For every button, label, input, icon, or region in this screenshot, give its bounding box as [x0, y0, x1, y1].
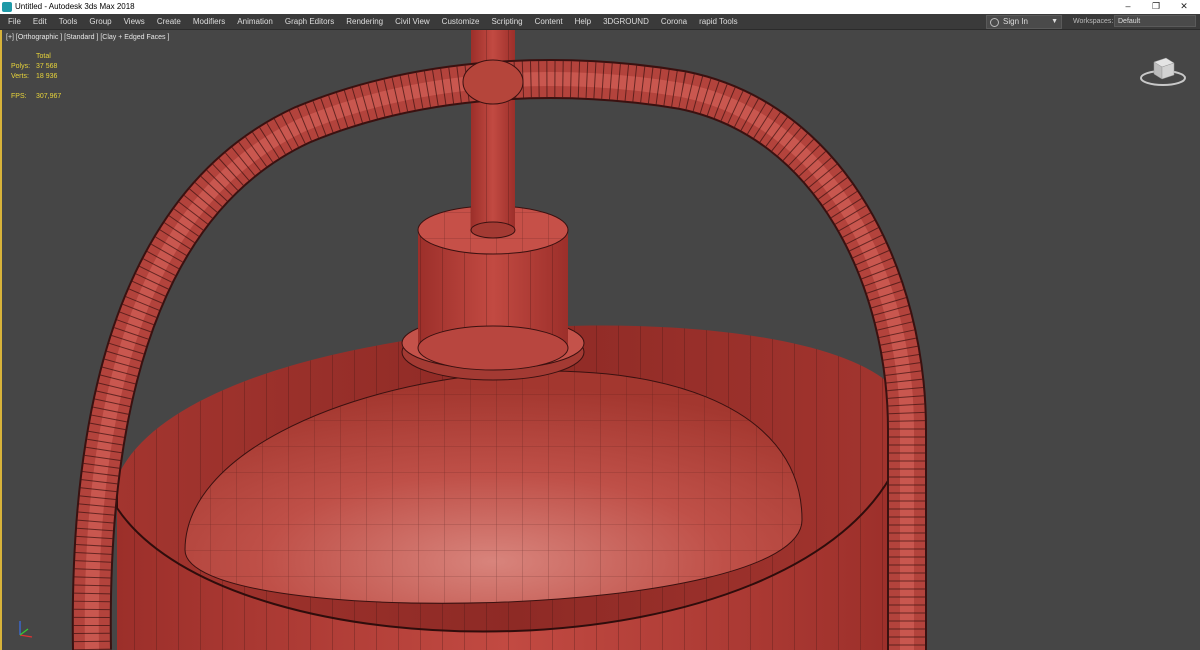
menu-item-rendering[interactable]: Rendering [340, 14, 389, 29]
polys-label: Polys: [11, 63, 31, 70]
menu-item-tools[interactable]: Tools [53, 14, 84, 29]
sign-in-dropdown[interactable]: Sign In ▼ [986, 15, 1062, 29]
app-icon[interactable] [2, 2, 12, 12]
verts-label: Verts: [11, 73, 29, 80]
workspace-select[interactable]: Default [1114, 15, 1196, 27]
menu-item-file[interactable]: File [2, 14, 27, 29]
viewcube-icon[interactable] [1138, 50, 1188, 90]
polys-value: 37 568 [36, 63, 58, 70]
menu-item-scripting[interactable]: Scripting [485, 14, 528, 29]
window-title: Untitled - Autodesk 3ds Max 2018 [15, 2, 135, 11]
menu-item-customize[interactable]: Customize [436, 14, 486, 29]
menu-item-help[interactable]: Help [569, 14, 597, 29]
menu-item-3dground[interactable]: 3DGROUND [597, 14, 655, 29]
minimize-button[interactable]: – [1114, 0, 1142, 14]
close-button[interactable]: ✕ [1170, 0, 1198, 14]
menu-item-graph-editors[interactable]: Graph Editors [279, 14, 340, 29]
perspective-viewport[interactable]: [+] [Orthographic ] [Standard ] [Clay + … [0, 30, 1200, 650]
stats-header: Total [36, 53, 51, 60]
viewport-label[interactable]: [+] [Orthographic ] [Standard ] [Clay + … [6, 34, 169, 41]
fps-label: FPS: [11, 93, 27, 100]
menu-item-civil-view[interactable]: Civil View [389, 14, 436, 29]
menu-item-rapid-tools[interactable]: rapid Tools [693, 14, 744, 29]
menu-item-modifiers[interactable]: Modifiers [187, 14, 231, 29]
menu-item-edit[interactable]: Edit [27, 14, 53, 29]
user-icon [990, 18, 999, 27]
workspaces-label: Workspaces: [1073, 18, 1114, 25]
verts-value: 18 936 [36, 73, 58, 80]
restore-button[interactable]: ❐ [1142, 0, 1170, 14]
menu-item-views[interactable]: Views [118, 14, 151, 29]
menu-bar: File Edit Tools Group Views Create Modifiers An… [0, 14, 1200, 30]
main-menu: File Edit Tools Group Views Create Modifiers An… [0, 14, 744, 29]
title-bar: Untitled - Autodesk 3ds Max 2018 – ❐ ✕ [0, 0, 1200, 14]
axis-tripod-icon [19, 621, 33, 638]
menu-item-group[interactable]: Group [83, 14, 117, 29]
chevron-down-icon: ▼ [1051, 18, 1058, 25]
fps-value: 307,967 [36, 93, 62, 100]
menu-item-corona[interactable]: Corona [655, 14, 693, 29]
sign-in-label: Sign In [1003, 17, 1028, 26]
menu-item-animation[interactable]: Animation [231, 14, 279, 29]
menu-item-create[interactable]: Create [151, 14, 187, 29]
menu-item-content[interactable]: Content [529, 14, 569, 29]
scene-render[interactable] [2, 30, 1200, 650]
